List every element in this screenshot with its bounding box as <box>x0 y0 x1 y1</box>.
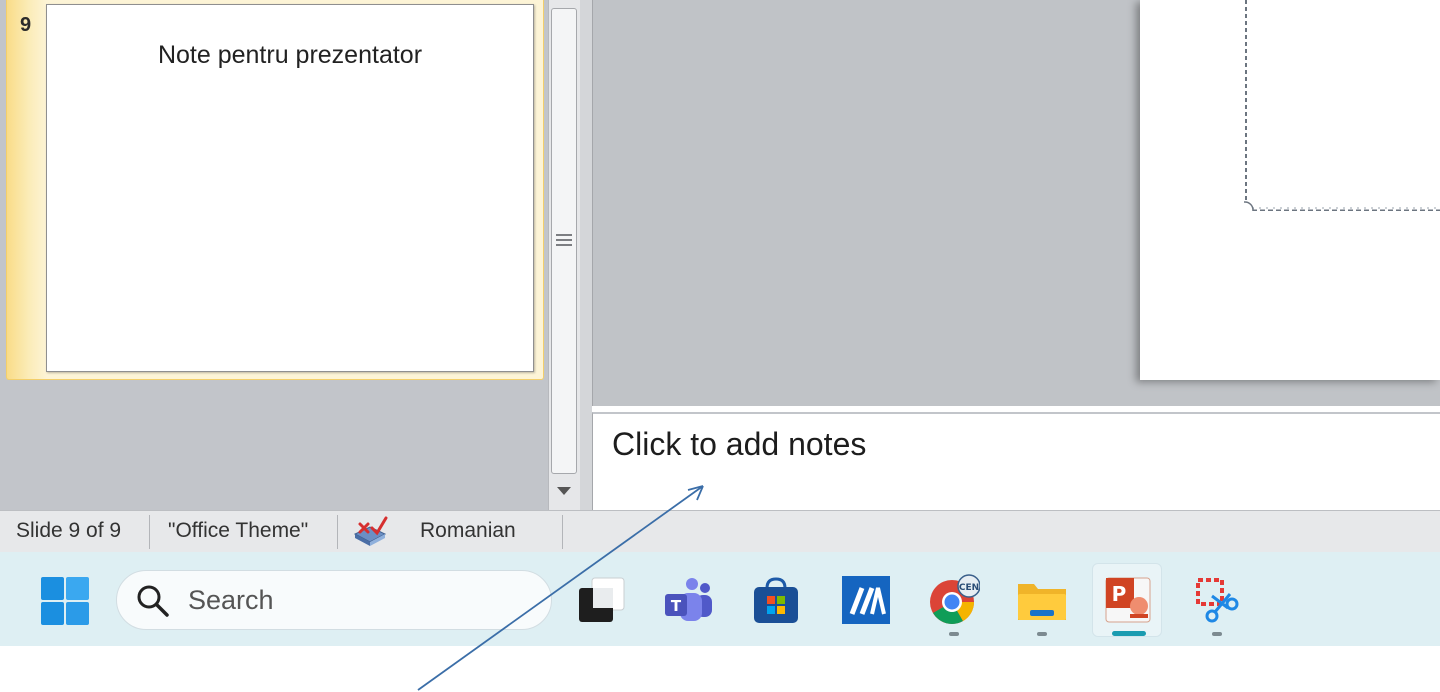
language-indicator[interactable]: Romanian <box>420 519 516 543</box>
svg-text:P: P <box>1112 582 1127 606</box>
running-indicator <box>1037 632 1047 636</box>
arrow-down-icon <box>557 487 571 495</box>
powerpoint-icon[interactable]: P <box>1102 574 1154 626</box>
active-app-indicator <box>1112 631 1146 636</box>
folder-icon[interactable] <box>1016 574 1068 626</box>
teams-icon[interactable]: T <box>662 574 714 626</box>
svg-text:T: T <box>671 597 682 615</box>
pane-divider[interactable] <box>580 0 592 510</box>
status-separator <box>337 515 338 549</box>
notes-placeholder[interactable]: Click to add notes <box>612 426 866 463</box>
spell-check-icon[interactable] <box>352 514 388 548</box>
text-placeholder-frame[interactable] <box>1244 0 1440 211</box>
slide-number: 9 <box>20 14 32 36</box>
svg-text:CEN: CEN <box>959 583 979 593</box>
theme-name[interactable]: "Office Theme" <box>168 519 308 543</box>
taskbar-search-box[interactable] <box>116 570 552 630</box>
scrollbar-grip-icon <box>556 234 572 248</box>
chrome-icon[interactable]: CEN <box>928 574 980 626</box>
microsoft-store-icon[interactable] <box>750 574 802 626</box>
blue-app-icon[interactable] <box>840 574 892 626</box>
slide-thumbnail-card[interactable]: Note pentru prezentator <box>46 4 534 372</box>
snipping-tool-icon[interactable] <box>1190 574 1242 626</box>
running-indicator <box>1212 632 1222 636</box>
resize-handle[interactable] <box>1244 201 1254 211</box>
search-label: Search <box>188 585 274 615</box>
slide-indicator: Slide 9 of 9 <box>16 519 122 542</box>
scroll-down-button[interactable] <box>551 478 577 504</box>
status-separator <box>149 515 150 549</box>
status-separator <box>562 515 563 549</box>
running-indicator <box>949 632 959 636</box>
windows-logo-icon[interactable] <box>40 576 90 626</box>
search-icon <box>137 585 169 617</box>
slide-thumbnail-title: Note pentru prezentator <box>157 41 423 69</box>
task-view-icon[interactable] <box>576 574 628 626</box>
